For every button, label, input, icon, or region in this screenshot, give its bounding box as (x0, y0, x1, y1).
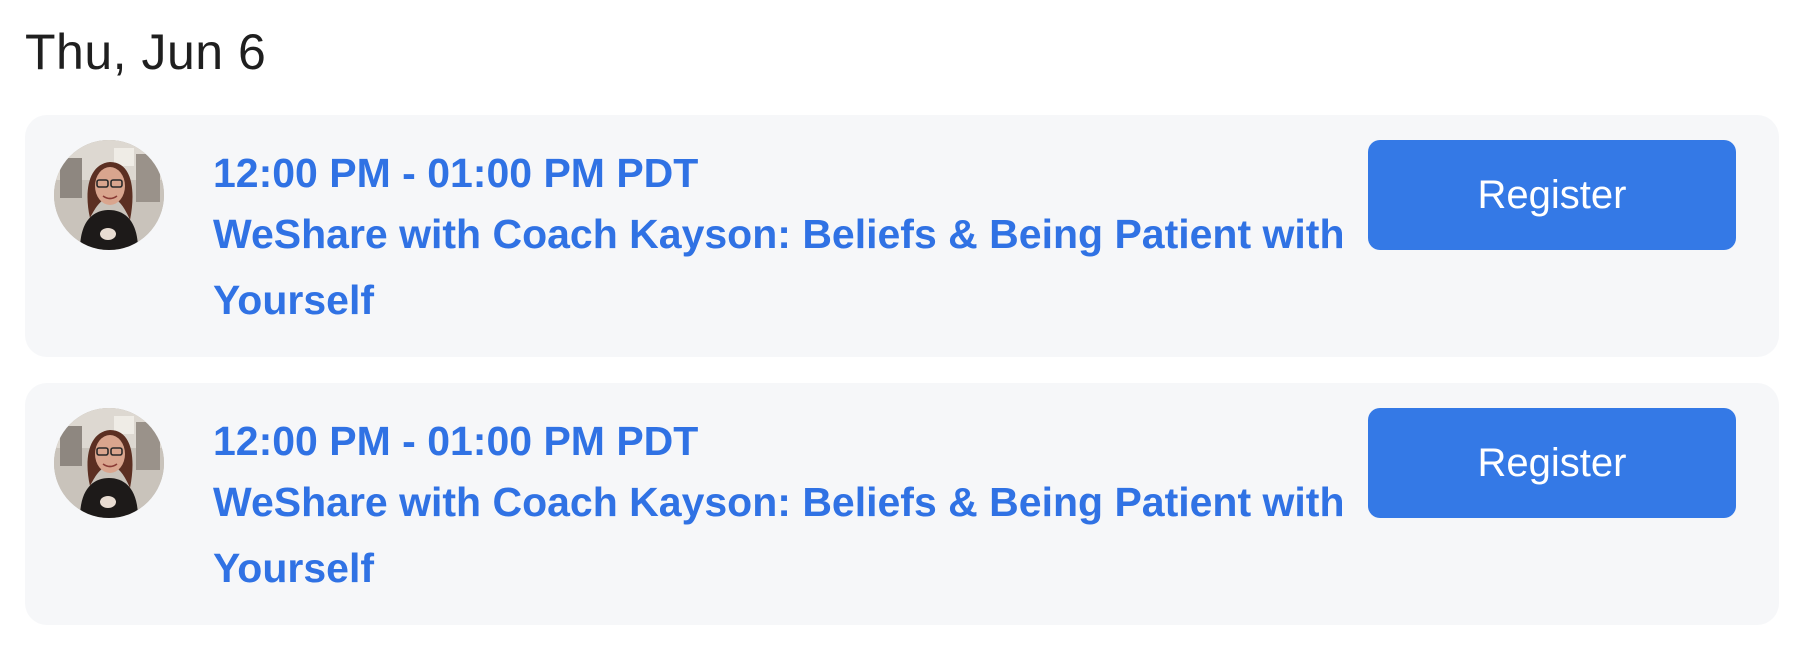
session-card: 12:00 PM - 01:00 PM PDT WeShare with Coa… (25, 115, 1779, 357)
session-title-link[interactable]: WeShare with Coach Kayson: Beliefs & Bei… (213, 201, 1353, 333)
session-info: 12:00 PM - 01:00 PM PDT WeShare with Coa… (213, 145, 1353, 333)
host-avatar (54, 408, 164, 518)
register-button[interactable]: Register (1368, 140, 1736, 250)
session-card: 12:00 PM - 01:00 PM PDT WeShare with Coa… (25, 383, 1779, 625)
session-title-link[interactable]: WeShare with Coach Kayson: Beliefs & Bei… (213, 469, 1353, 601)
session-time: 12:00 PM - 01:00 PM PDT (213, 418, 699, 464)
session-info: 12:00 PM - 01:00 PM PDT WeShare with Coa… (213, 413, 1353, 601)
host-avatar (54, 140, 164, 250)
host-avatar-icon (54, 408, 164, 518)
host-avatar-icon (54, 140, 164, 250)
register-button[interactable]: Register (1368, 408, 1736, 518)
date-heading: Thu, Jun 6 (25, 24, 267, 80)
session-time: 12:00 PM - 01:00 PM PDT (213, 150, 699, 196)
